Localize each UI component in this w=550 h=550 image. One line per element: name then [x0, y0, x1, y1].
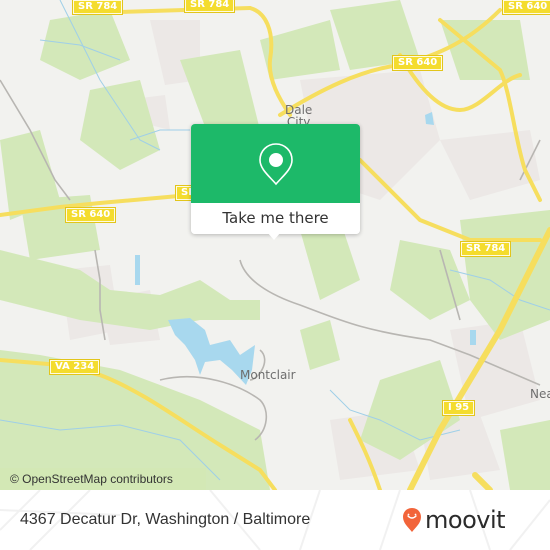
callout-pointer	[267, 232, 281, 240]
road-shield-i95: I 95	[441, 400, 476, 416]
place-label-nea: Nea	[530, 387, 550, 401]
map-canvas[interactable]: Dale City Montclair Nea SR 784 SR 784 SR…	[0, 0, 550, 490]
road-shield-sr784: SR 784	[71, 0, 124, 15]
destination-callout: Take me there	[191, 124, 360, 240]
road-shield-sr784: SR 784	[183, 0, 236, 13]
callout-header	[191, 124, 360, 203]
road-shield-va234: VA 234	[48, 359, 101, 375]
footer-bar: 4367 Decatur Dr, Washington / Baltimore …	[0, 490, 550, 550]
road-shield-sr640: SR 640	[64, 207, 117, 223]
road-shield-sr640: SR 640	[391, 55, 444, 71]
map-pin-icon	[259, 143, 293, 186]
road-shield-sr640: SR 640	[501, 0, 550, 15]
place-label-montclair: Montclair	[240, 368, 296, 382]
brand-name: moovit	[425, 506, 506, 534]
take-me-there-button[interactable]: Take me there	[191, 203, 360, 234]
map-attribution[interactable]: © OpenStreetMap contributors	[0, 468, 206, 490]
address-label: 4367 Decatur Dr, Washington / Baltimore	[20, 511, 311, 528]
moovit-pin-icon	[403, 508, 421, 532]
moovit-logo[interactable]: moovit	[402, 504, 506, 536]
road-shield-sr784: SR 784	[459, 241, 512, 257]
